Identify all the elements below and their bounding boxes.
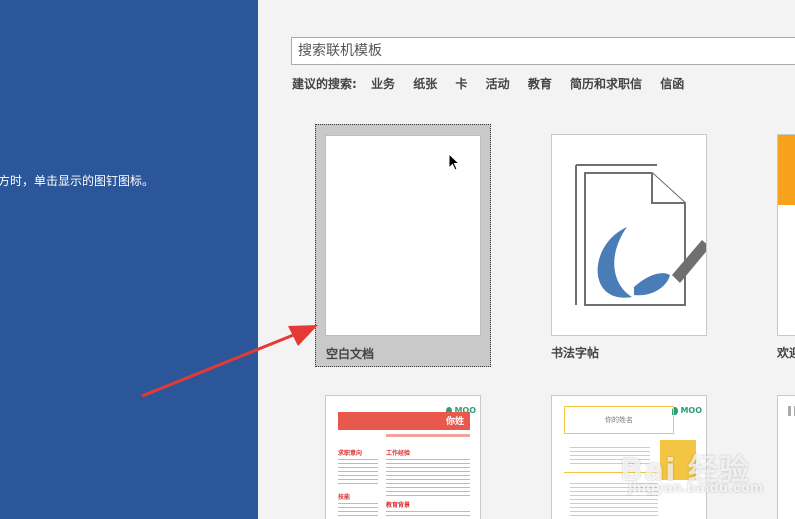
baidu-watermark: Bai 经验 jingyan.baidu.com	[620, 453, 764, 496]
annotation-arrow-icon	[141, 325, 318, 398]
